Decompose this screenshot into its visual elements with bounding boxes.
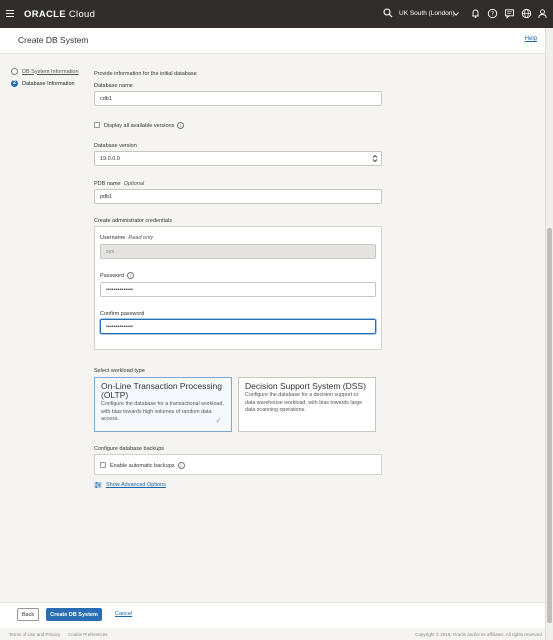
username-label: Username Read only xyxy=(100,235,154,241)
show-advanced-options-link[interactable]: Show Advanced Options xyxy=(106,482,166,488)
workload-heading: Select workload type xyxy=(94,368,145,374)
menu-icon[interactable] xyxy=(6,10,14,17)
check-icon: ✓ xyxy=(215,416,222,425)
username-input: sys xyxy=(100,244,376,259)
page-scrollbar[interactable] xyxy=(545,28,553,640)
wizard-steps: DB System Information 2 Database Informa… xyxy=(11,66,79,90)
db-version-select[interactable]: 19.0.0.0 xyxy=(94,151,382,166)
chat-icon[interactable] xyxy=(504,8,515,19)
step-label: Database Information xyxy=(22,80,75,87)
form-intro: Provide information for the initial data… xyxy=(94,71,197,77)
chevron-down-icon[interactable] xyxy=(452,10,460,18)
info-icon[interactable]: i xyxy=(177,462,185,469)
region-selector[interactable]: UK South (London) xyxy=(399,10,455,17)
card-description: Configure the database for a transaction… xyxy=(101,401,224,422)
globe-icon[interactable] xyxy=(521,8,532,19)
terms-link[interactable]: Terms of Use and Privacy xyxy=(9,632,60,637)
db-name-input[interactable]: cdb1 xyxy=(94,91,382,106)
help-icon[interactable]: ? xyxy=(487,8,498,19)
step-db-system-information[interactable]: DB System Information xyxy=(11,66,79,77)
workload-dss-card[interactable]: Decision Support System (DSS) Configure … xyxy=(238,377,376,432)
credentials-heading: Create administrator credentials xyxy=(94,218,172,224)
user-icon[interactable] xyxy=(537,8,548,19)
password-input[interactable]: •••••••••••••• xyxy=(100,282,376,297)
bell-icon[interactable] xyxy=(470,8,481,19)
copyright-text: Copyright © 2019, Oracle and/or its affi… xyxy=(415,632,543,637)
step-number-badge: 2 xyxy=(11,80,18,87)
top-navigation-bar: ORACLE Cloud UK South (London) ? xyxy=(0,0,553,28)
password-label: Password i xyxy=(100,272,135,279)
db-name-label: Database name xyxy=(94,83,133,89)
page-header: Create DB System Help xyxy=(0,28,545,54)
step-label: DB System Information xyxy=(22,68,79,75)
create-db-system-button[interactable]: Create DB System xyxy=(46,608,102,621)
info-icon[interactable]: i xyxy=(177,122,185,129)
cookie-preferences-link[interactable]: Cookie Preferences xyxy=(68,632,108,637)
scrollbar-thumb[interactable] xyxy=(547,228,552,623)
oracle-cloud-logo[interactable]: ORACLE Cloud xyxy=(24,9,95,20)
search-icon[interactable] xyxy=(383,8,393,18)
sliders-icon[interactable] xyxy=(94,481,102,489)
display-all-versions-checkbox[interactable] xyxy=(94,122,100,128)
page-title: Create DB System xyxy=(18,35,89,45)
workload-oltp-card[interactable]: On-Line Transaction Processing (OLTP) Co… xyxy=(94,377,232,432)
card-title: On-Line Transaction Processing (OLTP) xyxy=(101,381,222,400)
enable-backups-label: Enable automatic backups i xyxy=(110,462,185,469)
db-version-label: Database version xyxy=(94,143,137,149)
info-icon[interactable]: i xyxy=(127,272,135,279)
card-description: Configure the database for a decision su… xyxy=(245,392,363,413)
step-complete-icon xyxy=(11,68,18,75)
display-all-versions-label: Display all available versions i xyxy=(104,122,185,129)
svg-text:?: ? xyxy=(491,11,494,18)
step-database-information[interactable]: 2 Database Information xyxy=(11,78,79,89)
pdb-name-label: PDB name Optional xyxy=(94,181,145,187)
help-link[interactable]: Help xyxy=(525,36,537,42)
select-arrows-icon xyxy=(372,154,378,163)
confirm-password-input[interactable]: •••••••••••••• xyxy=(100,319,376,334)
pdb-name-input[interactable]: pdb1 xyxy=(94,189,382,204)
cancel-link[interactable]: Cancel xyxy=(115,611,132,617)
card-title: Decision Support System (DSS) xyxy=(245,381,366,391)
back-button[interactable]: Back xyxy=(17,608,39,621)
enable-backups-checkbox[interactable] xyxy=(100,462,106,468)
confirm-password-label: Confirm password xyxy=(100,311,145,317)
backups-heading: Configure database backups xyxy=(94,446,165,452)
